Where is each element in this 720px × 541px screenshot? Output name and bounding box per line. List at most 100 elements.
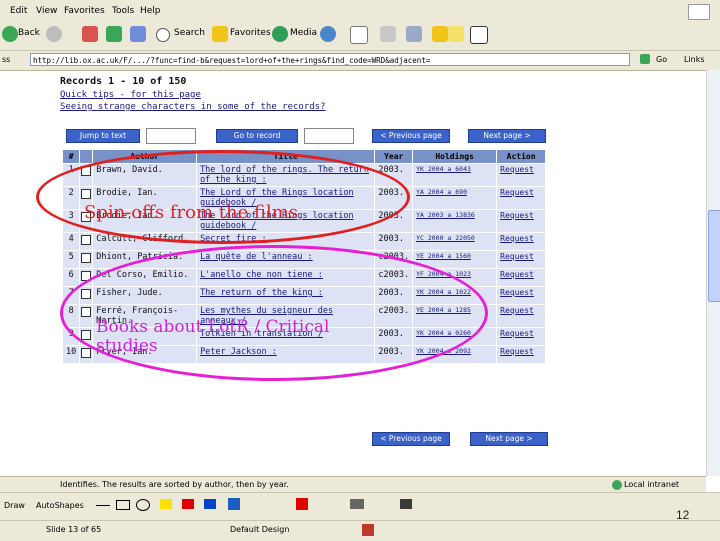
- design-name: Default Design: [230, 525, 290, 534]
- column-header-number: #: [63, 150, 80, 163]
- fill-color-icon[interactable]: [160, 499, 172, 509]
- menu-edit[interactable]: Edit: [10, 6, 27, 16]
- stop-icon[interactable]: [82, 26, 98, 42]
- menu-favorites[interactable]: Favorites: [64, 6, 105, 16]
- row-request-link[interactable]: Request: [497, 233, 545, 250]
- critical-studies-highlight-ellipse: [60, 245, 488, 381]
- row-number[interactable]: 6: [63, 269, 80, 286]
- row-holdings-link[interactable]: YC 2000 a 22050: [413, 233, 497, 250]
- menu-bar: Edit View Favorites Tools Help: [0, 0, 720, 23]
- browser-status-bar: Identifies. The results are sorted by au…: [0, 476, 706, 493]
- status-text: Identifies. The results are sorted by au…: [60, 480, 289, 489]
- draw-menu[interactable]: Draw: [4, 501, 25, 510]
- column-header-select: [80, 150, 93, 163]
- row-request-link[interactable]: Request: [497, 164, 545, 186]
- mail-icon[interactable]: [350, 26, 368, 44]
- scrollbar-thumb[interactable]: [708, 210, 720, 302]
- row-request-link[interactable]: Request: [497, 287, 545, 304]
- menu-tools[interactable]: Tools: [112, 6, 134, 16]
- 3d-style-icon[interactable]: [400, 499, 412, 509]
- font-color-icon[interactable]: [204, 499, 216, 509]
- row-request-link[interactable]: Request: [497, 305, 545, 327]
- menu-view[interactable]: View: [36, 6, 57, 16]
- row-request-link[interactable]: Request: [497, 210, 545, 232]
- films-annotation: Spin-offs from the films: [84, 202, 299, 223]
- edit-icon[interactable]: [406, 26, 422, 42]
- research-icon[interactable]: [470, 26, 488, 44]
- autoshapes-menu[interactable]: AutoShapes: [36, 501, 84, 510]
- quick-tips-link[interactable]: Quick tips - for this page: [60, 90, 201, 100]
- line-color-icon[interactable]: [182, 499, 194, 509]
- address-bar: ss http://lib.ox.ac.uk/F/.../?func=find-…: [0, 51, 720, 71]
- forward-arrow-icon[interactable]: [46, 26, 62, 42]
- jump-to-text-button[interactable]: Jump to text: [66, 129, 140, 143]
- messenger-icon[interactable]: [448, 26, 464, 42]
- slide-page-number: 12: [676, 508, 690, 522]
- browser-toolbar: Back Search Favorites Media: [0, 22, 720, 51]
- row-request-link[interactable]: Request: [497, 251, 545, 268]
- previous-page-button-bottom[interactable]: < Previous page: [372, 432, 450, 446]
- jump-to-text-input[interactable]: [146, 128, 196, 144]
- row-holdings-link[interactable]: YK 2004 a 6043: [413, 164, 497, 186]
- row-number[interactable]: 4: [63, 233, 80, 250]
- links-button[interactable]: Links: [684, 55, 705, 64]
- row-request-link[interactable]: Request: [497, 187, 545, 209]
- media-icon[interactable]: [272, 26, 288, 42]
- column-header-action: Action: [497, 150, 545, 163]
- oval-tool-icon[interactable]: [136, 499, 150, 511]
- checkbox[interactable]: [81, 235, 92, 245]
- row-select-checkbox[interactable]: [80, 251, 93, 268]
- row-year: 2003.: [375, 233, 413, 250]
- row-request-link[interactable]: Request: [497, 328, 545, 345]
- go-arrow-icon[interactable]: [640, 54, 650, 64]
- history-icon[interactable]: [320, 26, 336, 42]
- row-request-link[interactable]: Request: [497, 346, 545, 363]
- windows-logo-icon: [688, 4, 710, 20]
- next-page-button[interactable]: Next page >: [468, 129, 546, 143]
- powerpoint-status-bar: Slide 13 of 65 Default Design: [0, 520, 720, 541]
- rectangle-tool-icon[interactable]: [116, 500, 130, 510]
- search-button-label[interactable]: Search: [174, 28, 205, 38]
- critical-studies-annotation: Books about LotR / Critical studies: [96, 317, 330, 356]
- spellcheck-icon: [362, 524, 374, 536]
- row-select-checkbox[interactable]: [80, 346, 93, 363]
- row-holdings-link[interactable]: YA 2003 a 13836: [413, 210, 497, 232]
- media-button-label[interactable]: Media: [290, 28, 317, 38]
- clipart-icon[interactable]: [228, 498, 240, 510]
- checkbox[interactable]: [81, 348, 92, 358]
- previous-page-button[interactable]: < Previous page: [372, 129, 450, 143]
- checkbox[interactable]: [81, 253, 92, 263]
- intranet-icon: [612, 480, 622, 490]
- home-icon[interactable]: [130, 26, 146, 42]
- search-icon[interactable]: [156, 28, 170, 42]
- next-page-button-bottom[interactable]: Next page >: [470, 432, 548, 446]
- drawing-toolbar: Draw AutoShapes: [0, 492, 720, 521]
- row-holdings-link[interactable]: YA 2004 a 690: [413, 187, 497, 209]
- slide-indicator: Slide 13 of 65: [46, 525, 102, 534]
- font-color-a-icon[interactable]: [296, 498, 308, 510]
- back-button-label[interactable]: Back: [18, 28, 40, 38]
- shadow-icon[interactable]: [350, 499, 364, 509]
- page-scrollbar[interactable]: [706, 70, 720, 476]
- discuss-icon[interactable]: [432, 26, 448, 42]
- go-to-record-button[interactable]: Go to record: [216, 129, 298, 143]
- strange-characters-link[interactable]: Seeing strange characters in some of the…: [60, 102, 326, 112]
- line-tool-icon[interactable]: [96, 505, 110, 506]
- row-request-link[interactable]: Request: [497, 269, 545, 286]
- row-number[interactable]: 10: [63, 346, 80, 363]
- row-select-checkbox[interactable]: [80, 233, 93, 250]
- menu-help[interactable]: Help: [140, 6, 161, 16]
- favorites-button-label[interactable]: Favorites: [230, 28, 271, 38]
- back-arrow-icon[interactable]: [2, 26, 18, 42]
- address-label: ss: [2, 55, 11, 64]
- refresh-icon[interactable]: [106, 26, 122, 42]
- favorites-star-icon[interactable]: [212, 26, 228, 42]
- column-header-year[interactable]: Year: [375, 150, 413, 163]
- zone-label: Local intranet: [624, 480, 680, 489]
- row-number[interactable]: 5: [63, 251, 80, 268]
- go-to-record-input[interactable]: [304, 128, 354, 144]
- print-icon[interactable]: [380, 26, 396, 42]
- address-input[interactable]: http://lib.ox.ac.uk/F/.../?func=find-b&r…: [30, 53, 630, 66]
- column-header-holdings: Holdings: [413, 150, 497, 163]
- go-button[interactable]: Go: [656, 55, 667, 64]
